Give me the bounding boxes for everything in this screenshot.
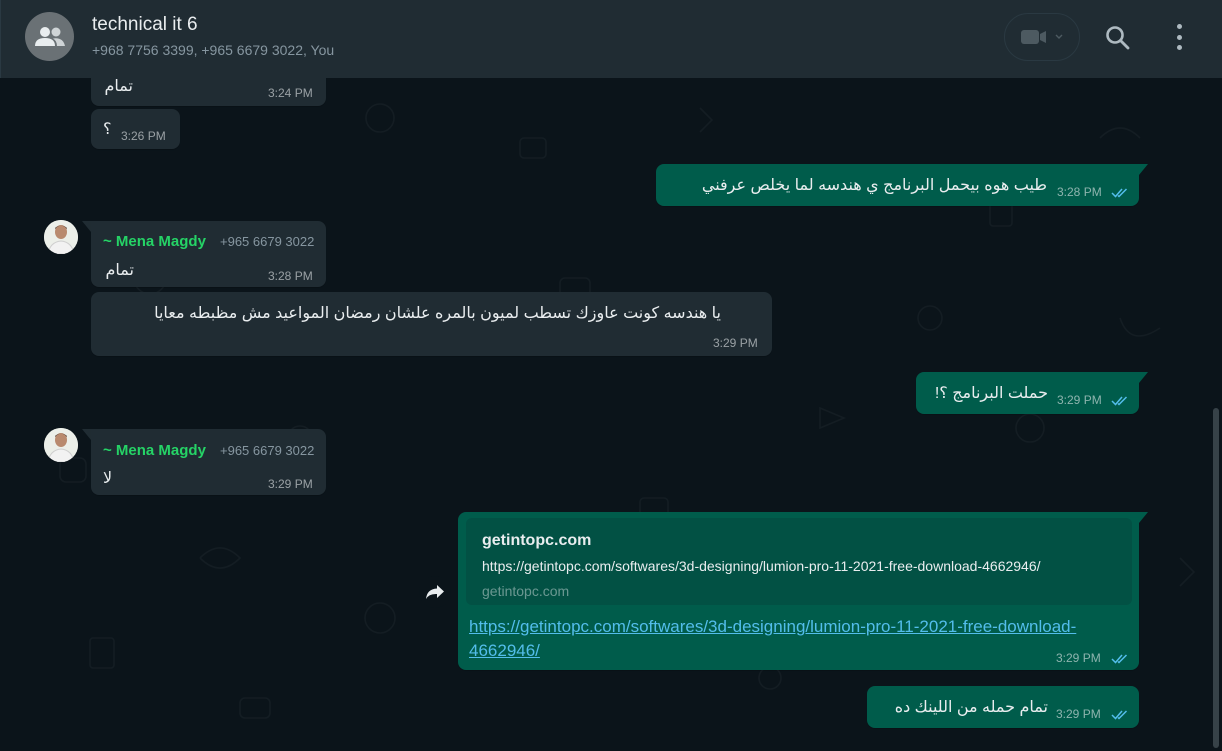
chat-header: technical it 6 +968 7756 3399, +965 6679…: [0, 0, 1222, 78]
link-preview-title: getintopc.com: [482, 532, 592, 549]
message-time: 3:28 PM: [268, 269, 313, 283]
message-bubble[interactable]: ~ Mena Magdy +965 6679 3022 تمام 3:28 PM: [91, 221, 326, 287]
double-check-icon: [1111, 396, 1128, 406]
message-time: 3:29 PM: [1056, 651, 1101, 665]
message-link-line[interactable]: https://getintopc.com/softwares/3d-desig…: [469, 615, 1133, 639]
message-bubble[interactable]: ؟ 3:26 PM: [91, 109, 180, 149]
message-time: 3:29 PM: [1057, 393, 1102, 407]
chat-participants[interactable]: +968 7756 3399, +965 6679 3022, You: [92, 42, 334, 58]
message-link[interactable]: https://getintopc.com/softwares/3d-desig…: [469, 615, 1133, 663]
sender-name[interactable]: ~ Mena Magdy: [103, 442, 206, 459]
message-text: لا: [103, 470, 113, 487]
bubble-tail: [82, 221, 91, 232]
double-check-icon: [1111, 654, 1128, 664]
double-check-icon: [1111, 188, 1128, 198]
chevron-down-icon: [1055, 34, 1063, 39]
message-text: طيب هوه بيحمل البرنامج ي هندسه لما يخلص …: [701, 177, 1047, 194]
message-time: 3:24 PM: [268, 86, 313, 100]
bubble-tail: [82, 429, 91, 440]
sender-phone: +965 6679 3022: [220, 234, 315, 249]
double-check-icon: [1111, 710, 1128, 720]
menu-button[interactable]: [1169, 24, 1189, 50]
message-bubble[interactable]: يا هندسه كونت عاوزك تسطب لميون بالمره عل…: [91, 292, 772, 356]
message-text: حملت البرنامج ؟!: [934, 385, 1048, 402]
group-avatar[interactable]: [25, 12, 74, 61]
message-time: 3:29 PM: [268, 477, 313, 491]
message-time: 3:29 PM: [713, 336, 758, 350]
message-bubble[interactable]: ~ Mena Magdy +965 6679 3022 لا 3:29 PM: [91, 429, 326, 495]
message-text: يا هندسه كونت عاوزك تسطب لميون بالمره عل…: [154, 305, 721, 322]
scrollbar[interactable]: [1213, 408, 1219, 748]
message-list[interactable]: تمام 3:24 PM ؟ 3:26 PM طيب هوه بيحمل الب…: [0, 78, 1222, 751]
video-call-button[interactable]: [1004, 13, 1080, 61]
bubble-tail: [1139, 512, 1148, 523]
message-text: تمام: [105, 262, 134, 279]
menu-icon: [1176, 24, 1182, 29]
search-button[interactable]: [1105, 25, 1131, 51]
link-preview-description: https://getintopc.com/softwares/3d-desig…: [482, 558, 1041, 574]
bubble-tail: [1139, 164, 1148, 175]
avatar[interactable]: [44, 428, 78, 462]
message-time: 3:26 PM: [121, 129, 166, 143]
message-text: تمام حمله من اللينك ده: [894, 699, 1048, 716]
message-text: ؟: [103, 121, 112, 138]
video-call-icon: [1021, 30, 1046, 44]
message-bubble[interactable]: حملت البرنامج ؟! 3:29 PM: [916, 372, 1139, 414]
link-preview-domain: getintopc.com: [482, 583, 570, 599]
message-bubble[interactable]: تمام 3:24 PM: [91, 78, 326, 106]
message-time: 3:28 PM: [1057, 185, 1102, 199]
forward-button[interactable]: [419, 576, 451, 608]
message-link-line[interactable]: 4662946/: [469, 639, 1133, 663]
sender-phone: +965 6679 3022: [220, 443, 315, 458]
forward-icon: [426, 585, 444, 599]
link-message-bubble[interactable]: getintopc.com https://getintopc.com/soft…: [458, 512, 1139, 670]
bubble-tail: [1139, 372, 1148, 383]
avatar[interactable]: [44, 220, 78, 254]
message-time: 3:29 PM: [1056, 707, 1101, 721]
group-avatar-icon: [34, 26, 65, 46]
link-preview[interactable]: getintopc.com https://getintopc.com/soft…: [466, 518, 1132, 605]
sender-name[interactable]: ~ Mena Magdy: [103, 233, 206, 250]
search-icon: [1106, 26, 1130, 50]
message-bubble[interactable]: تمام حمله من اللينك ده 3:29 PM: [867, 686, 1139, 728]
chat-title[interactable]: technical it 6: [92, 14, 198, 36]
message-bubble[interactable]: طيب هوه بيحمل البرنامج ي هندسه لما يخلص …: [656, 164, 1139, 206]
message-text: تمام: [104, 78, 133, 95]
